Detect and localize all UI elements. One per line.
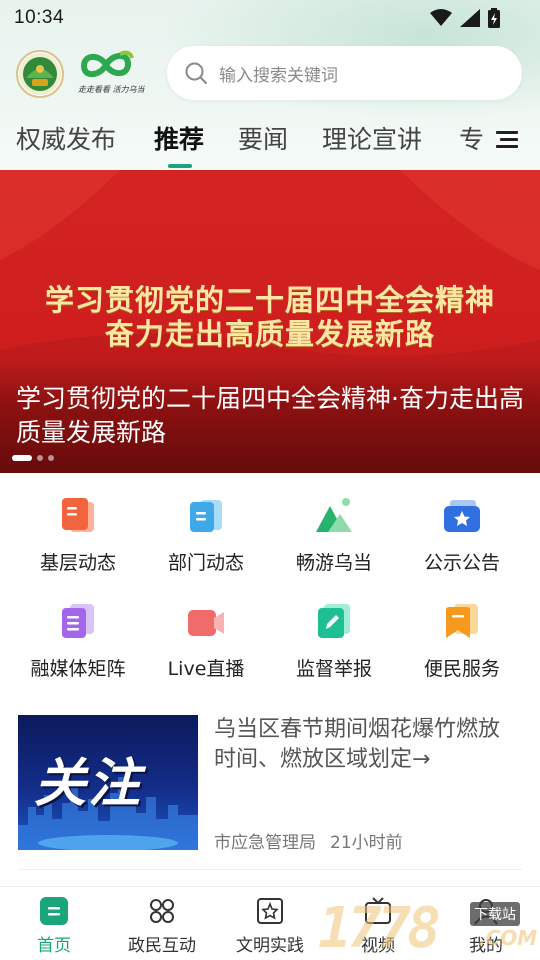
status-time: 10:34: [14, 7, 65, 28]
quick-link-label: 公示公告: [423, 552, 500, 574]
bookmark-service-icon: [446, 604, 478, 638]
carousel-dot[interactable]: [37, 455, 43, 461]
carousel-dot[interactable]: [48, 455, 54, 461]
document-icon: [62, 498, 94, 532]
quick-link-notice[interactable]: 公示公告: [398, 488, 526, 588]
media-matrix-icon: [62, 604, 94, 638]
notes-icon: [190, 500, 222, 532]
infinity-logo-icon: [80, 50, 134, 78]
status-icons: [430, 8, 500, 28]
quick-link-tourism[interactable]: 畅游乌当: [270, 488, 398, 588]
wifi-icon: [430, 9, 452, 26]
mountain-icon: [316, 498, 352, 532]
banner-headline-line2: 奋力走出高质量发展新路: [104, 317, 435, 351]
tab-news[interactable]: 要闻: [238, 120, 288, 156]
hero-banner[interactable]: 学习贯彻党的二十届四中全会精神 奋力走出高质量发展新路 学习贯彻党的二十届四中全…: [0, 170, 540, 473]
report-pen-icon: [318, 604, 350, 638]
channel-tabs: 权威发布 推荐 要闻 理论宣讲 专: [0, 112, 540, 168]
home-icon: [40, 897, 68, 925]
carousel-dot-active[interactable]: [12, 455, 32, 461]
news-meta: 市应急管理局 21小时前: [214, 828, 403, 853]
search-icon: [185, 62, 207, 84]
search-bar[interactable]: 输入搜索关键词: [167, 46, 522, 100]
quick-link-label: 便民服务: [423, 658, 500, 680]
quick-link-label: 监督举报: [295, 658, 372, 680]
quick-link-label: 融媒体矩阵: [30, 658, 126, 680]
tab-indicator: [168, 164, 192, 168]
app-header: 走走看看 活力乌当 输入搜索关键词: [0, 42, 540, 104]
search-placeholder: 输入搜索关键词: [219, 65, 338, 86]
news-thumb-word: 关注: [34, 754, 143, 814]
quick-link-services[interactable]: 便民服务: [398, 594, 526, 694]
signal-icon: [460, 9, 480, 27]
brand-logo[interactable]: 走走看看 活力乌当: [78, 48, 145, 100]
nav-interaction[interactable]: 政民互动: [108, 887, 216, 960]
star-notice-icon: [444, 500, 480, 532]
bottom-nav: 首页 政民互动 文明实践 视频 我的: [0, 886, 540, 960]
banner-caption: 学习贯彻党的二十届四中全会精神·奋力走出高质量发展新路: [16, 384, 524, 447]
nav-video[interactable]: 视频: [324, 887, 432, 960]
profile-icon: [474, 899, 498, 925]
nav-home[interactable]: 首页: [0, 887, 108, 960]
status-bar: 10:34: [0, 0, 540, 36]
carousel-indicator: [12, 455, 54, 461]
nav-label: 文明实践: [236, 936, 304, 956]
divider: [18, 869, 522, 870]
news-item[interactable]: 关注 乌当区春节期间烟花爆竹燃放时间、燃放区域划定→ 市应急管理局 21小时前: [18, 715, 522, 853]
live-camera-icon: [188, 610, 224, 636]
brand-slogan: 走走看看 活力乌当: [78, 85, 145, 94]
emblem-icon: [19, 53, 61, 95]
quick-link-label: 基层动态: [39, 552, 116, 574]
quick-link-label: 畅游乌当: [295, 552, 372, 574]
nav-label: 视频: [361, 936, 395, 956]
battery-icon: [488, 8, 500, 28]
civilization-star-icon: [257, 898, 283, 924]
nav-civilization[interactable]: 文明实践: [216, 887, 324, 960]
nav-profile[interactable]: 我的: [432, 887, 540, 960]
menu-icon[interactable]: [496, 128, 520, 150]
quick-link-supervision[interactable]: 监督举报: [270, 594, 398, 694]
tab-special[interactable]: 专: [459, 120, 484, 156]
tab-recommend[interactable]: 推荐: [154, 120, 204, 156]
nav-label: 政民互动: [128, 936, 196, 956]
quick-link-department[interactable]: 部门动态: [142, 488, 270, 588]
quick-link-label: 部门动态: [167, 552, 244, 574]
news-time: 21小时前: [330, 833, 403, 853]
news-source: 市应急管理局: [214, 833, 316, 853]
news-title[interactable]: 乌当区春节期间烟花爆竹燃放时间、燃放区域划定→: [214, 715, 514, 775]
county-emblem-logo[interactable]: [16, 50, 64, 98]
quick-link-live[interactable]: Live直播: [142, 594, 270, 694]
nav-label: 首页: [37, 936, 71, 956]
news-thumbnail[interactable]: 关注: [18, 715, 198, 850]
quick-link-media-matrix[interactable]: 融媒体矩阵: [14, 594, 142, 694]
quick-link-label: Live直播: [167, 658, 245, 680]
tv-icon: [365, 897, 391, 924]
nav-label: 我的: [469, 936, 503, 956]
quick-link-grassroots[interactable]: 基层动态: [14, 488, 142, 588]
interaction-icon: [150, 899, 174, 923]
tab-authority[interactable]: 权威发布: [16, 120, 116, 156]
tab-theory[interactable]: 理论宣讲: [322, 120, 422, 156]
